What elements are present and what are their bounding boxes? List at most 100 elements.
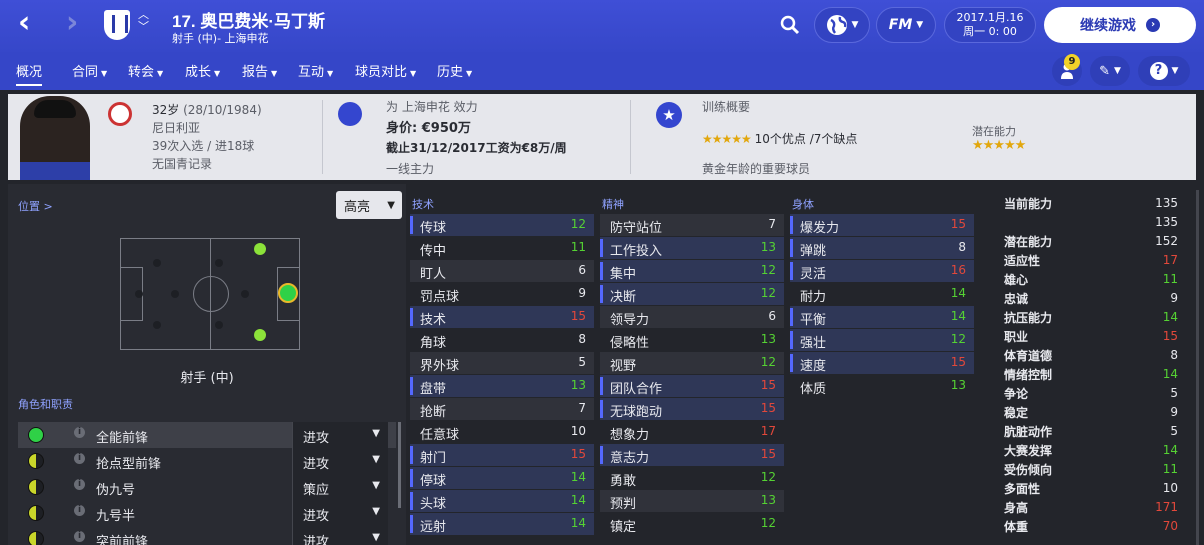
info-icon[interactable]: i	[74, 479, 85, 490]
club-crest-icon[interactable]	[104, 10, 130, 40]
attribute-row[interactable]: 意志力 15	[600, 444, 784, 466]
tab-development[interactable]: 成长 ▼	[185, 61, 220, 80]
role-row[interactable]: i 伪九号 策应 ▼	[18, 474, 396, 500]
stat-row[interactable]: 体重 70	[1004, 518, 1186, 537]
attribute-row[interactable]: 任意球 10	[410, 421, 594, 443]
highlight-dropdown[interactable]: 高亮 ▼	[336, 191, 402, 219]
duty-dropdown[interactable]: 进攻 ▼	[292, 500, 388, 526]
role-row[interactable]: i 抢点型前锋 进攻 ▼	[18, 448, 396, 474]
position-link[interactable]: 位置 >	[18, 198, 53, 214]
attribute-row[interactable]: 领导力 6	[600, 306, 784, 328]
stat-row[interactable]: 135	[1004, 214, 1186, 233]
stat-row[interactable]: 体育道德 8	[1004, 347, 1186, 366]
attribute-row[interactable]: 预判 13	[600, 490, 784, 512]
role-row[interactable]: i 全能前锋 进攻 ▼	[18, 422, 396, 448]
tab-interaction[interactable]: 互动 ▼	[298, 61, 333, 80]
stat-row[interactable]: 忠诚 9	[1004, 290, 1186, 309]
attribute-value: 15	[760, 378, 776, 392]
stat-row[interactable]: 肮脏动作 5	[1004, 423, 1186, 442]
role-row[interactable]: i 九号半 进攻 ▼	[18, 500, 396, 526]
continue-game-button[interactable]: 继续游戏 ›	[1044, 7, 1196, 43]
duty-dropdown[interactable]: 进攻 ▼	[292, 526, 388, 545]
globe-menu-button[interactable]: ▼	[814, 7, 870, 43]
tab-compare[interactable]: 球员对比 ▼	[355, 61, 416, 80]
attribute-row[interactable]: 停球 14	[410, 467, 594, 489]
tab-reports[interactable]: 报告 ▼	[242, 61, 277, 80]
nationality: 尼日利亚	[152, 121, 201, 135]
stat-row[interactable]: 潜在能力 152	[1004, 233, 1186, 252]
stat-row[interactable]: 多面性 10	[1004, 480, 1186, 499]
attribute-row[interactable]: 无球跑动 15	[600, 398, 784, 420]
stat-row[interactable]: 受伤倾向 11	[1004, 461, 1186, 480]
stat-row[interactable]: 争论 5	[1004, 385, 1186, 404]
date-display[interactable]: 2017.1月.16 周一 0: 00	[944, 7, 1036, 43]
attribute-row[interactable]: 工作投入 13	[600, 237, 784, 259]
attribute-row[interactable]: 远射 14	[410, 513, 594, 535]
attribute-row[interactable]: 盯人 6	[410, 260, 594, 282]
attribute-row[interactable]: 侵略性 13	[600, 329, 784, 351]
info-icon[interactable]: i	[74, 453, 85, 464]
search-icon[interactable]	[776, 7, 804, 43]
duty-dropdown[interactable]: 进攻 ▼	[292, 422, 388, 448]
stat-name: 潜在能力	[1004, 235, 1053, 249]
chevron-down-icon: ▼	[372, 428, 380, 439]
help-menu-button[interactable]: ? ▼	[1138, 56, 1190, 86]
international-caps[interactable]: 39次入选 / 进18球	[152, 137, 254, 154]
training-summary[interactable]: ★★★★★ 10个优点 /7个缺点	[702, 130, 857, 147]
duty-dropdown[interactable]: 进攻 ▼	[292, 448, 388, 474]
attribute-row[interactable]: 抢断 7	[410, 398, 594, 420]
attribute-row[interactable]: 集中 12	[600, 260, 784, 282]
attribute-row[interactable]: 镇定 12	[600, 513, 784, 535]
chevron-down-icon: ▼	[372, 454, 380, 465]
stat-row[interactable]: 情绪控制 14	[1004, 366, 1186, 385]
stat-row[interactable]: 抗压能力 14	[1004, 309, 1186, 328]
attribute-row[interactable]: 想象力 17	[600, 421, 784, 443]
info-icon[interactable]: i	[74, 505, 85, 516]
role-row[interactable]: i 突前前锋 进攻 ▼	[18, 526, 396, 545]
stat-row[interactable]: 大赛发挥 14	[1004, 442, 1186, 461]
attribute-row[interactable]: 界外球 5	[410, 352, 594, 374]
forward-icon[interactable]: ›	[66, 8, 78, 38]
stat-row[interactable]: 身高 171	[1004, 499, 1186, 518]
attribute-row[interactable]: 团队合作 15	[600, 375, 784, 397]
attribute-row[interactable]: 头球 14	[410, 490, 594, 512]
attribute-row[interactable]: 防守站位 7	[600, 214, 784, 236]
attribute-row[interactable]: 强壮 12	[790, 329, 974, 351]
fm-menu-button[interactable]: FM ▼	[876, 7, 936, 43]
attribute-row[interactable]: 灵活 16	[790, 260, 974, 282]
attribute-row[interactable]: 盘带 13	[410, 375, 594, 397]
attribute-row[interactable]: 传球 12	[410, 214, 594, 236]
tab-contract[interactable]: 合同 ▼	[72, 61, 107, 80]
tab-history[interactable]: 历史 ▼	[437, 61, 472, 80]
attribute-row[interactable]: 技术 15	[410, 306, 594, 328]
attribute-row[interactable]: 勇敢 12	[600, 467, 784, 489]
stat-row[interactable]: 职业 15	[1004, 328, 1186, 347]
attribute-row[interactable]: 弹跳 8	[790, 237, 974, 259]
attribute-row[interactable]: 爆发力 15	[790, 214, 974, 236]
tab-transfer[interactable]: 转会 ▼	[128, 61, 163, 80]
attribute-row[interactable]: 速度 15	[790, 352, 974, 374]
tab-overview[interactable]: 概况	[16, 61, 43, 86]
stat-row[interactable]: 雄心 11	[1004, 271, 1186, 290]
attribute-row[interactable]: 决断 12	[600, 283, 784, 305]
attribute-row[interactable]: 传中 11	[410, 237, 594, 259]
scrollbar[interactable]	[398, 422, 401, 508]
attribute-row[interactable]: 平衡 14	[790, 306, 974, 328]
attribute-row[interactable]: 视野 12	[600, 352, 784, 374]
duty-dropdown[interactable]: 策应 ▼	[292, 474, 388, 500]
stat-row[interactable]: 当前能力 135	[1004, 195, 1186, 214]
back-icon[interactable]: ‹	[18, 8, 30, 38]
info-icon[interactable]: i	[74, 531, 85, 542]
info-icon[interactable]: i	[74, 427, 85, 438]
scrollbar[interactable]	[1196, 190, 1199, 545]
stat-row[interactable]: 适应性 17	[1004, 252, 1186, 271]
attribute-row[interactable]: 罚点球 9	[410, 283, 594, 305]
attribute-row[interactable]: 体质 13	[790, 375, 974, 397]
edit-menu-button[interactable]: ✎ ▼	[1090, 56, 1130, 86]
stat-row[interactable]: 稳定 9	[1004, 404, 1186, 423]
attribute-row[interactable]: 耐力 14	[790, 283, 974, 305]
attribute-row[interactable]: 射门 15	[410, 444, 594, 466]
club-badge-icon[interactable]	[338, 102, 362, 126]
player-cycle-icon[interactable]: ︿ ﹀	[138, 9, 149, 33]
attribute-row[interactable]: 角球 8	[410, 329, 594, 351]
